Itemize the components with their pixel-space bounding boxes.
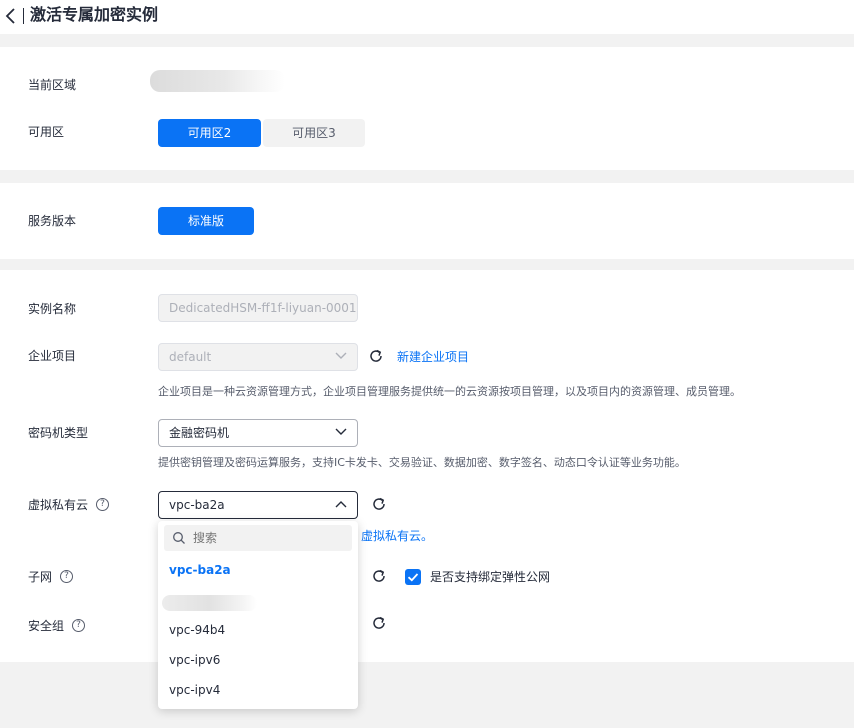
subnet-label-text: 子网 <box>28 570 53 584</box>
create-enterprise-project-link[interactable]: 新建企业项目 <box>397 349 469 365</box>
vpc-option-redacted[interactable] <box>162 595 257 611</box>
eip-binding-checkbox[interactable] <box>405 569 421 585</box>
help-circle-icon[interactable]: ? <box>96 498 110 511</box>
enterprise-refresh-icon[interactable] <box>368 348 384 364</box>
hsm-type-label: 密码机类型 <box>28 426 89 440</box>
version-panel <box>0 183 854 259</box>
vpc-select[interactable]: vpc-ba2a <box>158 491 358 519</box>
vpc-search-input[interactable] <box>193 525 343 551</box>
region-label: 当前区域 <box>28 78 77 92</box>
chevron-up-icon <box>335 501 347 508</box>
hsm-type-select[interactable]: 金融密码机 <box>158 419 358 447</box>
create-vpc-link[interactable]: 虚拟私有云。 <box>361 528 433 544</box>
enterprise-select[interactable]: default <box>158 343 358 371</box>
hsm-type-value: 金融密码机 <box>169 426 230 440</box>
az-option-3[interactable]: 可用区3 <box>263 119 365 147</box>
help-circle-icon[interactable]: ? <box>72 619 86 632</box>
enterprise-hint: 企业项目是一种云资源管理方式，企业项目管理服务提供统一的云资源按项目管理，以及项… <box>158 385 741 398</box>
top-bar: 激活专属加密实例 <box>0 0 854 34</box>
region-value-redacted <box>150 70 285 92</box>
security-group-label-text: 安全组 <box>28 619 65 633</box>
hsm-type-hint: 提供密钥管理及密码运算服务，支持IC卡发卡、交易验证、数据加密、数字签名、动态口… <box>158 456 686 469</box>
vpc-search-box[interactable] <box>164 525 352 551</box>
security-group-label: 安全组? <box>28 618 86 634</box>
vpc-option[interactable]: vpc-94b4 <box>158 615 358 645</box>
search-icon <box>173 532 185 544</box>
vpc-label: 虚拟私有云? <box>28 497 110 513</box>
standard-version-button[interactable]: 标准版 <box>158 207 254 235</box>
vpc-label-text: 虚拟私有云 <box>28 498 89 512</box>
vpc-refresh-icon[interactable] <box>371 496 387 512</box>
title-divider <box>23 8 24 24</box>
security-group-refresh-icon[interactable] <box>371 615 387 631</box>
region-panel <box>0 47 854 170</box>
instance-name-label: 实例名称 <box>28 302 77 316</box>
instance-name-input[interactable]: DedicatedHSM-ff1f-liyuan-0001 <box>158 294 358 322</box>
version-label: 服务版本 <box>28 214 77 228</box>
vpc-option[interactable]: vpc-ipv4 <box>158 675 358 705</box>
chevron-down-icon <box>335 428 347 435</box>
enterprise-label: 企业项目 <box>28 349 77 363</box>
enterprise-select-value: default <box>169 350 212 364</box>
eip-binding-label[interactable]: 是否支持绑定弹性公网 <box>430 569 550 585</box>
subnet-refresh-icon[interactable] <box>371 568 387 584</box>
check-icon <box>407 573 419 582</box>
vpc-option[interactable]: vpc-ipv6 <box>158 645 358 675</box>
back-chevron-left-icon[interactable] <box>4 6 18 26</box>
chevron-down-icon <box>335 352 347 359</box>
help-circle-icon[interactable]: ? <box>60 570 74 583</box>
vpc-option[interactable]: vpc-ba2a <box>158 555 358 585</box>
az-option-2[interactable]: 可用区2 <box>158 119 261 147</box>
az-label: 可用区 <box>28 125 65 139</box>
page-title: 激活专属加密实例 <box>30 5 159 24</box>
vpc-dropdown: vpc-ba2a vpc-94b4 vpc-ipv6 vpc-ipv4 <box>158 521 358 709</box>
subnet-label: 子网? <box>28 569 74 585</box>
vpc-select-value: vpc-ba2a <box>169 498 225 512</box>
